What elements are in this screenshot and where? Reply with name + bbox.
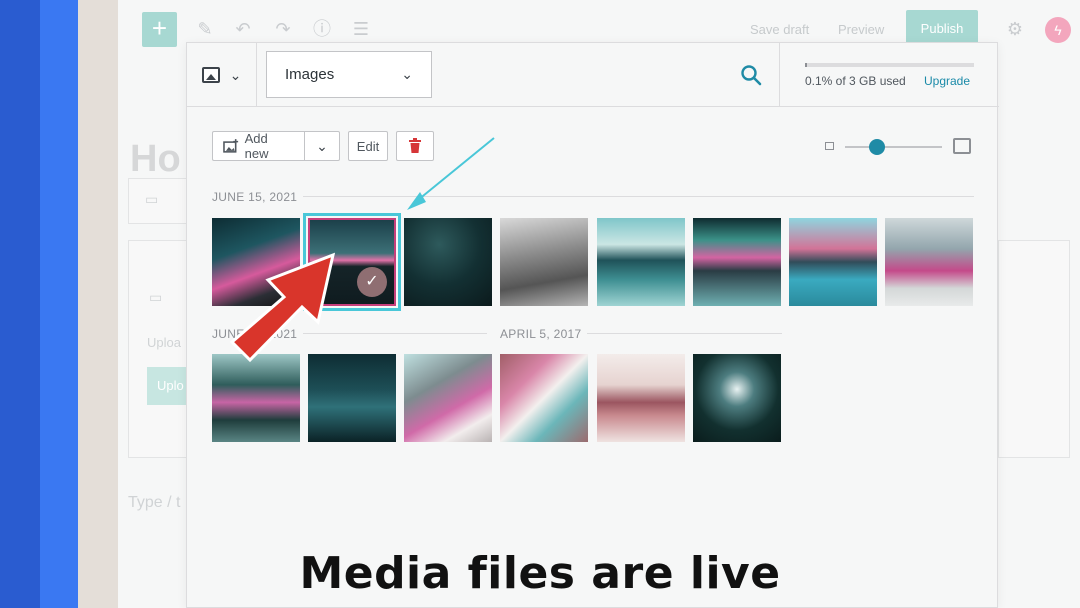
preview-link[interactable]: Preview [838, 22, 884, 37]
left-stripe-beige [78, 0, 118, 608]
media-thumbnail[interactable] [212, 218, 300, 306]
editor-block-image-placeholder: ▭ [128, 178, 188, 224]
redo-icon[interactable]: ↷ [272, 18, 294, 40]
image-block-icon: ▭ [149, 289, 163, 305]
media-thumbnail[interactable] [404, 354, 492, 442]
storage-usage: 0.1% of 3 GB used Upgrade [779, 43, 999, 107]
add-image-icon [223, 139, 239, 153]
search-icon[interactable] [739, 63, 763, 87]
date-group-label: JUNE 15, 2021 [212, 327, 298, 341]
media-filter-value: Images [285, 66, 335, 83]
media-thumbnail[interactable] [404, 218, 492, 306]
thumbnail-size-slider[interactable] [825, 137, 971, 157]
date-group-label: JUNE 15, 2021 [212, 190, 298, 204]
left-stripe-dark [0, 0, 40, 608]
add-new-button[interactable]: Add new [212, 131, 304, 161]
divider [587, 333, 782, 334]
undo-icon[interactable]: ↶ [232, 18, 254, 40]
small-image-icon [825, 142, 834, 150]
editor-block-right-edge [998, 240, 1070, 458]
edit-button[interactable]: Edit [348, 131, 388, 161]
media-thumbnail-selected[interactable]: ✓ [303, 213, 401, 311]
storage-usage-bar [805, 63, 974, 67]
media-type-dropdown[interactable]: ⌄ [187, 43, 257, 107]
add-new-label: Add new [244, 131, 269, 161]
save-draft-link[interactable]: Save draft [750, 22, 809, 37]
image-icon [201, 67, 220, 83]
trash-icon [409, 138, 421, 153]
chevron-down-icon: ⌄ [316, 137, 328, 154]
editor-add-block-button[interactable]: + [142, 12, 177, 47]
media-thumbnail[interactable] [500, 218, 588, 306]
add-new-dropdown-button[interactable]: ⌄ [304, 131, 340, 161]
date-group-label: APRIL 5, 2017 [500, 327, 582, 341]
media-thumbnail[interactable] [597, 218, 685, 306]
media-thumbnail[interactable] [789, 218, 877, 306]
large-image-icon [953, 138, 971, 154]
editor-image-block: ▭ Uploa Uplo [128, 240, 189, 458]
divider [303, 196, 974, 197]
pencil-icon[interactable]: ✎ [194, 18, 216, 40]
media-thumbnail[interactable] [693, 354, 781, 442]
caption-text: Media files are live [299, 548, 781, 599]
delete-button[interactable] [396, 131, 434, 161]
upload-text-fragment: Uploa [147, 335, 181, 350]
media-thumbnail[interactable] [500, 354, 588, 442]
checkmark-icon[interactable]: ✓ [357, 267, 387, 297]
type-prompt-fragment: Type / t [128, 494, 181, 511]
settings-gear-icon[interactable]: ⚙ [1004, 18, 1026, 40]
jetpack-icon[interactable]: ϟ [1045, 17, 1071, 43]
slider-handle[interactable] [869, 139, 885, 155]
image-block-icon: ▭ [145, 191, 159, 207]
modal-header: ⌄ Images ⌄ 0.1% of 3 GB used Upgrade [187, 43, 999, 107]
media-thumbnail[interactable] [885, 218, 973, 306]
media-thumbnail[interactable] [693, 218, 781, 306]
storage-usage-text: 0.1% of 3 GB used [805, 74, 906, 88]
media-thumbnail[interactable] [308, 354, 396, 442]
divider [303, 333, 487, 334]
list-view-icon[interactable]: ☰ [350, 18, 372, 40]
info-icon[interactable]: ⓘ [311, 18, 333, 40]
media-library-modal: ⌄ Images ⌄ 0.1% of 3 GB used Upgrade Add… [186, 42, 999, 608]
media-filter-select[interactable]: Images ⌄ [266, 51, 432, 98]
chevron-down-icon: ⌄ [401, 66, 413, 82]
media-thumbnail[interactable] [212, 354, 300, 442]
upload-button-fragment[interactable]: Uplo [147, 367, 189, 405]
post-title-fragment: Ho [130, 138, 181, 180]
slider-track[interactable] [845, 146, 942, 148]
chevron-down-icon: ⌄ [229, 66, 242, 83]
media-toolbar: Add new ⌄ Edit [212, 131, 434, 161]
media-thumbnail[interactable] [597, 354, 685, 442]
left-stripe-blue [40, 0, 78, 608]
upgrade-link[interactable]: Upgrade [924, 74, 970, 88]
